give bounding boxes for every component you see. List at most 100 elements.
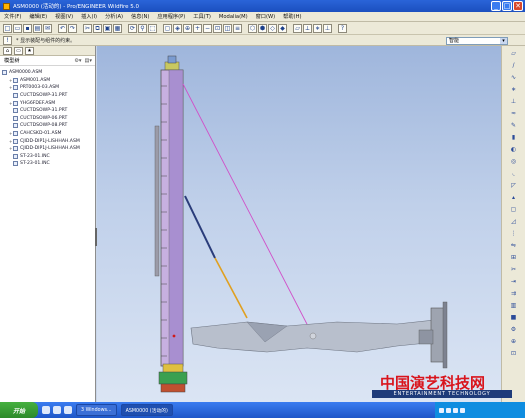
menu-insert[interactable]: 插入(I) [81, 13, 97, 20]
orient-icon[interactable]: ◈ [173, 23, 182, 33]
datum-planes-icon[interactable]: ▱ [293, 23, 302, 33]
ie-icon[interactable] [53, 406, 61, 414]
undo-icon[interactable]: ↶ [58, 23, 67, 33]
tree-item[interactable]: + ASM001.ASM [2, 77, 93, 85]
datum-plane-icon[interactable]: ▱ [509, 49, 518, 58]
hidden-line-icon[interactable]: ⬢ [258, 23, 267, 33]
redo-icon[interactable]: ↷ [68, 23, 77, 33]
tree-item[interactable]: ST-23-01.INC [2, 160, 93, 168]
copy-icon[interactable]: ⧉ [93, 23, 102, 33]
menu-modalia[interactable]: Modalia(M) [219, 14, 248, 20]
regenerate-icon[interactable]: ⟳ [128, 23, 137, 33]
merge-icon[interactable]: ⊞ [509, 253, 518, 262]
smart-filter-select[interactable]: 智能 ▾ [446, 37, 508, 45]
component-icon[interactable]: ⚙ [509, 325, 518, 334]
pattern-icon[interactable]: ⋮ [509, 229, 518, 238]
assemble-icon[interactable]: ⊕ [509, 337, 518, 346]
repaint-icon[interactable]: ▢ [163, 23, 172, 33]
no-hidden-icon[interactable]: ◇ [268, 23, 277, 33]
chamfer-icon[interactable]: ◸ [509, 181, 518, 190]
tree-item[interactable]: ST-23-01.INC [2, 153, 93, 161]
context-help-icon[interactable]: ? [338, 23, 347, 33]
mirror-icon[interactable]: ⇋ [509, 241, 518, 250]
save-icon[interactable]: ▪ [23, 23, 32, 33]
tree-item-root[interactable]: ASM0000.ASM [2, 69, 93, 77]
minimize-button[interactable]: _ [491, 1, 501, 11]
round-icon[interactable]: ◟ [509, 169, 518, 178]
taskbar-item-windows[interactable]: 3 Windows... [76, 404, 117, 416]
explorer-icon[interactable] [64, 406, 72, 414]
revolve-icon[interactable]: ◐ [509, 145, 518, 154]
tray-icon[interactable] [460, 407, 465, 413]
shading-icon[interactable]: ◆ [278, 23, 287, 33]
offset-icon[interactable]: ⇉ [509, 289, 518, 298]
tree-item[interactable]: + YHG6FDEF.ASM [2, 99, 93, 107]
tree-item[interactable]: + CAHCSKD-01.ASM [2, 130, 93, 138]
print-icon[interactable]: ▤ [33, 23, 42, 33]
solidify-icon[interactable]: ■ [509, 313, 518, 322]
wireframe-icon[interactable]: ⬡ [248, 23, 257, 33]
csys-icon[interactable]: ⊥ [323, 23, 332, 33]
menu-tools[interactable]: 工具(T) [193, 13, 211, 20]
tray-icon[interactable] [453, 407, 458, 413]
tab-folder-browser[interactable]: ▭ [14, 47, 23, 55]
open-folder-icon[interactable]: ▭ [13, 23, 22, 33]
menu-file[interactable]: 文件(F) [4, 13, 21, 20]
tree-item[interactable]: CUCTDSOWP-08.PRT [2, 122, 93, 130]
trim-icon[interactable]: ✂ [509, 265, 518, 274]
extrude-icon[interactable]: ▮ [509, 133, 518, 142]
datum-axis-icon[interactable]: / [509, 61, 518, 70]
tree-item[interactable]: + PRT0003-03.ASM [2, 84, 93, 92]
layers-icon[interactable]: ≡ [233, 23, 242, 33]
hole-icon[interactable]: ◎ [509, 157, 518, 166]
tab-favorites[interactable]: ★ [25, 47, 34, 55]
paste-icon[interactable]: ▣ [103, 23, 112, 33]
select-icon[interactable]: ⬚ [148, 23, 157, 33]
close-button[interactable]: ✕ [513, 1, 523, 11]
tab-model-tree[interactable]: ⌂ [3, 47, 12, 55]
sketch-curve-icon[interactable]: ∿ [509, 73, 518, 82]
analysis-icon[interactable]: ≈ [509, 109, 518, 118]
new-file-icon[interactable]: □ [3, 23, 12, 33]
tree-item[interactable]: CUCTDSOWP-31.PRT [2, 92, 93, 100]
menu-analysis[interactable]: 分析(A) [105, 13, 123, 20]
menu-help[interactable]: 帮助(H) [283, 13, 301, 20]
tray-icon[interactable] [446, 407, 451, 413]
graphics-viewport[interactable] [97, 46, 501, 402]
maximize-button[interactable]: □ [502, 1, 512, 11]
refit-icon[interactable]: ⊡ [213, 23, 222, 33]
email-icon[interactable]: ✉ [43, 23, 52, 33]
coordinate-system-icon[interactable]: ⊥ [509, 97, 518, 106]
find-icon[interactable]: ⚲ [138, 23, 147, 33]
menu-window[interactable]: 窗口(W) [256, 13, 276, 20]
datum-point-icon[interactable]: ∗ [509, 85, 518, 94]
datum-points-icon[interactable]: ∗ [313, 23, 322, 33]
zoom-in-icon[interactable]: + [193, 23, 202, 33]
tree-settings-icon[interactable]: ⚙▾ [74, 58, 81, 64]
menu-applications[interactable]: 应用程序(P) [157, 13, 185, 20]
zoom-out-icon[interactable]: − [203, 23, 212, 33]
datum-axes-icon[interactable]: ⟂ [303, 23, 312, 33]
draft-icon[interactable]: ◿ [509, 217, 518, 226]
desktop-icon[interactable] [42, 406, 50, 414]
start-button[interactable]: 开始 [0, 402, 38, 418]
paste-special-icon[interactable]: ▦ [113, 23, 122, 33]
tree-item[interactable]: + CJIDD-DIP1J-LISHHAH.ASM [2, 137, 93, 145]
menu-edit[interactable]: 编辑(E) [29, 13, 47, 20]
sketch-icon[interactable]: ✎ [509, 121, 518, 130]
tree-item[interactable]: CUCTDSOWP-06.PRT [2, 115, 93, 123]
cut-icon[interactable]: ✂ [83, 23, 92, 33]
menu-view[interactable]: 视图(V) [55, 13, 73, 20]
tray-icon[interactable] [439, 407, 444, 413]
taskbar-item-proe[interactable]: ASM0000 (活动的) [120, 404, 173, 416]
rib-icon[interactable]: ▴ [509, 193, 518, 202]
create-component-icon[interactable]: ⊡ [509, 349, 518, 358]
extend-icon[interactable]: ⇥ [509, 277, 518, 286]
thicken-icon[interactable]: ▥ [509, 301, 518, 310]
tree-item[interactable]: CUCTDSOWP-31.PRT [2, 107, 93, 115]
tree-filter-icon[interactable]: ▤▾ [84, 58, 92, 64]
menu-info[interactable]: 信息(N) [131, 13, 149, 20]
tree-item[interactable]: + CJIDD-DIP1J-LISHHAH.ASM [2, 145, 93, 153]
spin-center-icon[interactable]: ⊕ [183, 23, 192, 33]
saved-views-icon[interactable]: ◫ [223, 23, 232, 33]
